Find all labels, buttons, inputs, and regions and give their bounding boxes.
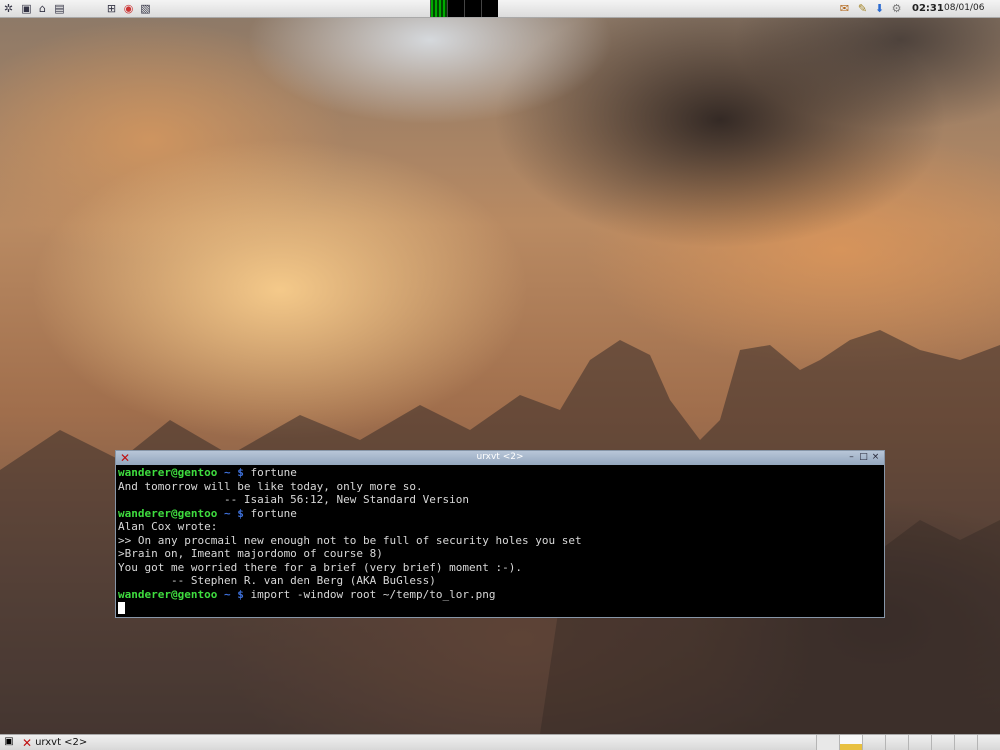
prompt-user: wanderer@gentoo [118, 466, 218, 479]
bottom-panel: ▣ ✕ urxvt <2> [0, 734, 1000, 750]
clock: 02:31 [912, 3, 944, 14]
cursor-line [118, 601, 882, 615]
taskbar-button-urxvt[interactable]: ✕ urxvt <2> [18, 735, 91, 750]
app-menu-icon[interactable]: ✲ [2, 2, 15, 15]
prompt-dir: ~ $ [217, 466, 244, 479]
command-text: fortune [243, 506, 297, 520]
terminal-window[interactable]: ✕ urxvt <2> – □ × wanderer@gentoo ~ $ fo… [115, 450, 885, 618]
workspace-4[interactable] [481, 0, 498, 17]
terminal-command-line: wanderer@gentoo ~ $ fortune [118, 466, 882, 480]
desktop-cell[interactable] [954, 735, 977, 750]
arrow-down-icon[interactable]: ⬇ [873, 2, 886, 15]
date: 08/01/06 [944, 3, 985, 13]
settings-icon[interactable]: ⚙ [890, 2, 903, 15]
prompt-dir: ~ $ [217, 506, 244, 520]
home-icon[interactable]: ⌂ [36, 2, 49, 15]
desktop-cell[interactable] [885, 735, 908, 750]
taskbar-label: urxvt <2> [35, 737, 88, 748]
prompt-user: wanderer@gentoo [118, 587, 218, 601]
pencil-icon[interactable]: ✎ [856, 2, 869, 15]
text-cursor [118, 602, 125, 614]
top-panel: ✲ ▣ ⌂ ▤ ⊞ ◉ ▧ ✉ ✎ ⬇ ⚙ 02:31 08/01/06 [0, 0, 1000, 18]
desktop-cell[interactable] [816, 735, 839, 750]
desktop-cell[interactable] [862, 735, 885, 750]
terminal-output-line: >> On any procmail new enough not to be … [118, 533, 582, 547]
prompt-dir: ~ $ [217, 587, 244, 601]
terminal-output-line: You got me worried there for a brief (ve… [118, 560, 522, 574]
workspace-3[interactable] [464, 0, 481, 17]
desktop-cell[interactable] [977, 735, 1000, 750]
network-icon[interactable]: ⊞ [105, 2, 118, 15]
opera-icon[interactable]: ◉ [122, 2, 135, 15]
mail-icon[interactable]: ✉ [838, 2, 851, 15]
workspace-2[interactable] [447, 0, 464, 17]
command-text: import -window root ~/temp/to_lor.png [243, 587, 496, 601]
workspace-1[interactable] [430, 0, 447, 17]
desktop-cell[interactable] [839, 735, 862, 750]
command-text: fortune [243, 466, 297, 479]
desktop-cell[interactable] [908, 735, 931, 750]
minimize-icon[interactable]: – [846, 452, 857, 463]
terminal-output-line: >Brain on, Imeant majordomo of course 8) [118, 547, 383, 560]
terminal-output-line: -- Stephen R. van den Berg (AKA BuGless) [118, 574, 436, 587]
x-window-icon: ✕ [22, 735, 33, 750]
wallpaper-mountains [0, 330, 1000, 734]
terminal-command-line: wanderer@gentoo ~ $ import -window root … [118, 588, 882, 602]
show-desktop-icon[interactable]: ▤ [53, 2, 66, 15]
close-icon[interactable]: × [870, 452, 881, 463]
window-title: urxvt <2> [476, 452, 524, 462]
prompt-user: wanderer@gentoo [118, 506, 218, 520]
terminal-titlebar[interactable]: ✕ urxvt <2> – □ × [116, 451, 884, 465]
maximize-icon[interactable]: □ [858, 452, 869, 463]
terminal-command-line: wanderer@gentoo ~ $ fortune [118, 507, 882, 521]
workspace-pager[interactable] [430, 0, 498, 17]
terminal-output[interactable]: wanderer@gentoo ~ $ fortune And tomorrow … [118, 466, 882, 615]
terminal-output-line: And tomorrow will be like today, only mo… [118, 479, 423, 493]
desktop-switcher[interactable] [816, 735, 1000, 750]
image-viewer-icon[interactable]: ▧ [139, 2, 152, 15]
terminal-icon[interactable]: ▣ [20, 2, 33, 15]
terminal-output-line: -- Isaiah 56:12, New Standard Version [118, 493, 469, 506]
desktop-cell[interactable] [931, 735, 954, 750]
terminal-output-line: Alan Cox wrote: [118, 520, 218, 533]
window-list-icon[interactable]: ▣ [3, 736, 15, 748]
